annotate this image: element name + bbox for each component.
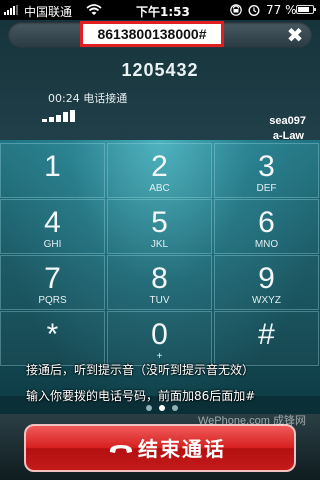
wifi-icon (86, 3, 102, 17)
key-digit: 5 (151, 206, 168, 239)
battery-percent: 77 % (266, 3, 297, 17)
key-digit: 3 (258, 150, 275, 183)
key-letters: DEF (256, 183, 277, 194)
caller-number: 1205432 (121, 60, 199, 80)
key-digit: # (258, 318, 275, 351)
signal-quality-icon (42, 110, 75, 122)
clock: 下午1:53 (136, 5, 190, 19)
key-hash[interactable]: # (214, 311, 319, 366)
key-letters: TUV (149, 295, 170, 306)
close-icon[interactable]: ✖ (286, 25, 304, 45)
key-9[interactable]: 9 WXYZ (214, 255, 319, 310)
end-call-label: 结束通话 (138, 437, 226, 461)
dialed-number: 8613800138000# (80, 21, 224, 47)
page-dot[interactable] (159, 405, 165, 411)
key-3[interactable]: 3 DEF (214, 143, 319, 198)
key-digit: 2 (151, 150, 168, 183)
key-letters: ABC (149, 183, 170, 194)
status-bar: 中国联通 下午1:53 77 % (0, 0, 320, 20)
key-letters: WXYZ (252, 295, 281, 306)
instruction-line-1: 接通后，听到提示音（没听到提示音无效） (26, 363, 255, 377)
lock-icon (230, 4, 242, 16)
key-letters: MNO (254, 239, 279, 250)
watermark: WePhone.com 成锋网 (197, 415, 306, 427)
key-1[interactable]: 1 (0, 143, 105, 198)
key-digit: 1 (44, 150, 61, 183)
key-digit: 8 (151, 262, 168, 295)
key-0[interactable]: 0 + (107, 311, 212, 366)
carrier-name: 中国联通 (24, 5, 73, 19)
keypad: 1 2 ABC 3 DEF 4 GHI 5 JKL 6 MNO 7 PQRS 8 TUV 9 WXYZ * 0 + # (0, 140, 320, 396)
key-digit: * (46, 318, 59, 351)
end-call-button[interactable]: 结束通话 (24, 424, 296, 472)
key-digit: 4 (44, 206, 61, 239)
page-indicator[interactable] (146, 405, 186, 413)
key-letters: GHI (43, 239, 62, 250)
key-letters: PQRS (38, 295, 67, 306)
key-6[interactable]: 6 MNO (214, 199, 319, 254)
key-star[interactable]: * (0, 311, 105, 366)
key-8[interactable]: 8 TUV (107, 255, 212, 310)
key-4[interactable]: 4 GHI (0, 199, 105, 254)
key-digit: 7 (44, 262, 61, 295)
account-name: sea097 (269, 115, 306, 127)
page-dot[interactable] (172, 405, 178, 411)
battery-icon (296, 5, 316, 14)
key-digit: 6 (258, 206, 275, 239)
call-screen: 中国联通 下午1:53 77 % 1205432 00:24 电话接通 sea0… (0, 0, 320, 480)
key-letters: JKL (150, 239, 169, 250)
key-2[interactable]: 2 ABC (107, 143, 212, 198)
key-7[interactable]: 7 PQRS (0, 255, 105, 310)
key-digit: 9 (258, 262, 275, 295)
hangup-icon (108, 441, 134, 455)
call-duration: 00:24 电话接通 (48, 92, 128, 105)
instruction-line-2: 输入你要拨的电话号码，前面加86后面加# (26, 389, 256, 403)
key-digit: 0 (151, 318, 168, 351)
alarm-icon (248, 4, 260, 17)
page-dot[interactable] (146, 405, 152, 411)
key-5[interactable]: 5 JKL (107, 199, 212, 254)
signal-icon (4, 5, 20, 15)
